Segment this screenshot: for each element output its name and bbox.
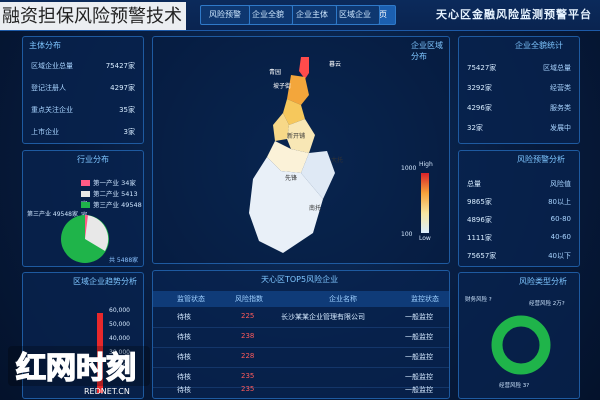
- watermark-subtext: REDNET.CN: [84, 387, 130, 396]
- kv-row: 4896家 60-80: [467, 215, 571, 224]
- table-header: 监控状态 企业名称 风险指数 监管状态: [153, 291, 449, 307]
- top-risk-table-panel: 天心区TOP5风险企业 监控状态 企业名称 风险指数 监管状态 一般监控 长沙某…: [152, 270, 450, 399]
- subject-distribution-panel: 主体分布 区域企业总量 75427家 登记注册人 4297家 重点关注企业 35家 上…: [22, 36, 144, 144]
- table-header-cell: 企业名称: [329, 295, 357, 303]
- scale-high-value: 1000: [401, 165, 417, 172]
- map-label: 暮云: [329, 61, 342, 68]
- kv-row: 9865家 80以上: [467, 198, 571, 206]
- panel-title: 天心区TOP5风险企业: [261, 275, 339, 284]
- legend-item: 第三产业 49548家: [81, 201, 142, 219]
- risk-type-donut-chart: [491, 315, 551, 375]
- map-label: 青园: [269, 69, 282, 76]
- table-row[interactable]: 一般监控 长沙某某企业管理有限公司 225 待核: [153, 307, 449, 328]
- rednet-watermark-logo: 红网时刻 REDNET.CN: [8, 346, 150, 396]
- map-label: 南托: [309, 205, 322, 212]
- table-header-cell: 监控状态: [411, 295, 439, 303]
- panel-title: 行业分布: [77, 155, 109, 164]
- kv-row: 重点关注企业 35家: [31, 106, 135, 114]
- scale-low-label: Low: [419, 235, 431, 242]
- kv-row: 4296家 服务类: [467, 104, 571, 112]
- donut-label: 经营风险 2万?: [529, 301, 565, 307]
- table-header-cell: 监管状态: [177, 295, 205, 303]
- axis-tick: 50,000: [109, 321, 130, 328]
- donut-segment: [491, 315, 551, 375]
- panel-title: 企业区域分布: [411, 41, 443, 61]
- panel-title: 风险预警分析: [517, 155, 565, 164]
- donut-label: 财务风险 ?: [465, 297, 492, 303]
- legend-item: 第一产业 34家: [81, 177, 136, 187]
- map-label: 坡子街: [273, 83, 292, 90]
- kv-row: 75427家 区域总量: [467, 64, 571, 72]
- color-scale-bar: [421, 173, 429, 233]
- map-label: 新开铺: [287, 133, 306, 140]
- table-row[interactable]: 一般监控 238 待核: [153, 327, 449, 348]
- risk-warning-panel: 风险预警分析 总量 风险值 9865家 80以上 4896家 60-80 1111家 4…: [458, 150, 580, 267]
- page-title: 天心区金融风险监测预警平台: [436, 8, 592, 21]
- map-label: 大托: [331, 157, 344, 164]
- panel-title: 企业全貌统计: [515, 41, 563, 50]
- scale-high-label: High: [419, 161, 433, 168]
- scale-low-value: 100: [401, 231, 413, 238]
- pie-total-label: 共 5488家: [109, 257, 139, 264]
- kv-row: 3292家 经营类: [467, 84, 571, 92]
- map-panel: 企业区域分布 青园 暮云 坡子街 大托 新开铺 南托 先锋 1000 High …: [152, 36, 450, 264]
- risk-type-panel: 风险类型分析 财务风险 ? 经营风险 2万? 经营风险 3?: [458, 272, 580, 399]
- tab-region-enterprise[interactable]: 区域企业: [330, 5, 380, 25]
- panel-title: 区域企业趋势分析: [73, 277, 137, 286]
- table-header-cell: 风险指数: [235, 295, 263, 303]
- enterprise-overview-panel: 企业全貌统计 75427家 区域总量 3292家 经营类 4296家 服务类 32家发…: [458, 36, 580, 144]
- panel-title: 主体分布: [29, 41, 61, 50]
- kv-row: 1111家 40-60: [467, 233, 571, 242]
- donut-label: 经营风险 3?: [499, 383, 530, 389]
- table-row[interactable]: 一般监控 235 待核: [153, 383, 449, 397]
- kv-row: 上市企业 3家: [31, 128, 135, 136]
- tab-enterprise-subject[interactable]: 企业主体: [287, 5, 337, 25]
- kv-row: 登记注册人 4297家: [31, 84, 135, 92]
- kv-row: 32家 发展中: [467, 124, 571, 132]
- kv-row: 75657家 40以下: [467, 252, 571, 260]
- panel-title: 风险类型分析: [519, 277, 567, 286]
- kv-row: 总量 风险值: [467, 180, 571, 188]
- tab-enterprise-overview[interactable]: 企业全貌: [243, 5, 293, 25]
- map-region: [299, 57, 309, 79]
- map-label: 先锋: [285, 175, 298, 182]
- watermark-text: 红网时刻: [16, 351, 136, 386]
- industry-pie-panel: 行业分布 第一产业 34家 第二产业 5413家 第三产业 49548家 第三产…: [22, 150, 144, 267]
- image-caption: 融资担保风险预警技术: [0, 2, 186, 30]
- tab-risk-warning[interactable]: 风险预警: [200, 5, 250, 25]
- legend-item: 第二产业 5413家: [81, 188, 143, 208]
- table-row[interactable]: 一般监控 228 待核: [153, 347, 449, 368]
- axis-tick: 60,000: [109, 307, 130, 314]
- industry-pie-chart: [61, 215, 109, 263]
- kv-row: 区域企业总量 75427家: [31, 62, 135, 70]
